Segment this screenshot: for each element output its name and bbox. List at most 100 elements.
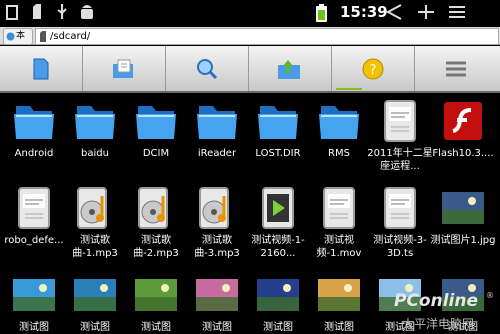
help-icon: ? xyxy=(362,58,384,79)
file-icon-wrap xyxy=(369,184,431,232)
file-name: 测试歌曲-2.mp3 xyxy=(133,235,179,259)
file-name: 测试视频-3-3D.ts xyxy=(373,235,427,259)
file-name: 测试图 xyxy=(141,322,171,333)
file-icon-wrap xyxy=(125,184,187,232)
document-icon xyxy=(323,187,355,229)
up-folder-button[interactable] xyxy=(249,46,332,91)
file-icon-wrap xyxy=(3,271,65,319)
new-file-button[interactable] xyxy=(0,46,83,91)
search-icon xyxy=(197,58,218,79)
folder-icon xyxy=(258,106,298,139)
file-name: LOST.DIR xyxy=(255,148,301,159)
sd-card-icon xyxy=(40,31,46,42)
file-name: Android xyxy=(14,148,54,159)
file-icon-wrap xyxy=(64,97,126,145)
file-name: iReader xyxy=(197,148,237,159)
file-name: 测试图 xyxy=(324,322,354,333)
flash-icon xyxy=(444,102,482,140)
image-thumbnail-icon xyxy=(74,279,116,311)
file-name: DCIM xyxy=(142,148,170,159)
file-icon-wrap xyxy=(432,184,494,232)
file-icon-wrap xyxy=(308,184,370,232)
path-bar: 本地 /sdcard/ xyxy=(0,27,500,56)
folder-icon xyxy=(319,106,359,139)
path-field[interactable]: /sdcard/ xyxy=(35,28,499,45)
file-name: robo_defe... xyxy=(4,235,64,246)
document-icon xyxy=(384,100,416,142)
watermark-brand: PConline xyxy=(394,291,479,311)
sd-card-icon xyxy=(33,4,41,19)
svg-text:?: ? xyxy=(370,63,377,78)
file-name: 测试图 xyxy=(19,322,49,333)
file-icon-wrap xyxy=(186,97,248,145)
battery-icon xyxy=(316,4,327,22)
video-file-icon xyxy=(262,187,294,229)
image-thumbnail-icon xyxy=(318,279,360,311)
document-icon xyxy=(33,58,49,79)
home-location-button[interactable]: 本地 xyxy=(3,28,33,56)
file-icon-wrap xyxy=(308,97,370,145)
copy-button[interactable] xyxy=(83,46,166,91)
folder-icon xyxy=(197,106,237,139)
status-time: 15:39 xyxy=(340,3,388,21)
location-icon xyxy=(6,32,15,41)
folder-icon xyxy=(75,106,115,139)
image-thumbnail-icon xyxy=(196,279,238,311)
file-name: 测试歌曲-1.mp3 xyxy=(72,235,118,259)
folder-copy-icon xyxy=(113,59,133,78)
audio-file-icon xyxy=(199,187,229,229)
file-name: RMS xyxy=(328,148,350,159)
image-thumbnail-icon xyxy=(135,279,177,311)
file-name: 测试图 xyxy=(202,322,232,333)
path-text: /sdcard/ xyxy=(50,31,91,42)
document-icon xyxy=(18,187,50,229)
more-button[interactable] xyxy=(415,46,497,91)
file-name: 2011年十二星座运程... xyxy=(367,148,433,172)
plus-icon[interactable] xyxy=(417,4,435,20)
back-arrow-icon[interactable] xyxy=(385,4,403,20)
file-name: 测试视频-1.mov xyxy=(316,235,362,259)
document-icon xyxy=(384,187,416,229)
menu-icon[interactable] xyxy=(448,4,466,20)
file-name: 测试图片1.jpg xyxy=(430,235,496,246)
folder-icon xyxy=(14,106,54,139)
file-icon-wrap xyxy=(3,184,65,232)
folder-icon xyxy=(136,106,176,139)
file-name: Flash10.3.... xyxy=(432,148,494,159)
image-thumbnail-icon xyxy=(13,279,55,311)
file-icon-wrap xyxy=(247,184,309,232)
home-icon xyxy=(6,5,18,20)
search-button[interactable] xyxy=(166,46,249,91)
file-name: baidu xyxy=(81,148,109,159)
usb-icon xyxy=(57,4,67,19)
help-button[interactable]: ? xyxy=(332,46,415,91)
file-icon-wrap xyxy=(186,184,248,232)
file-icon-wrap xyxy=(64,184,126,232)
toolbar-accent xyxy=(336,88,362,90)
menu-icon xyxy=(446,61,466,76)
file-icon-wrap xyxy=(64,271,126,319)
file-name: 测试视频-1-2160... xyxy=(251,235,305,259)
audio-file-icon xyxy=(138,187,168,229)
status-bar: 15:39 xyxy=(0,0,500,25)
watermark-cn: 太平洋电脑网 xyxy=(402,317,475,331)
file-icon-wrap xyxy=(247,97,309,145)
watermark-reg: ® xyxy=(486,291,494,300)
image-thumbnail-icon xyxy=(257,279,299,311)
toolbar: ? xyxy=(0,46,500,93)
file-icon-wrap xyxy=(369,97,431,145)
folder-up-icon xyxy=(278,59,300,79)
android-debug-icon xyxy=(81,5,93,19)
file-icon-wrap xyxy=(125,271,187,319)
file-icon-wrap xyxy=(125,97,187,145)
file-icon-wrap xyxy=(3,97,65,145)
audio-file-icon xyxy=(77,187,107,229)
watermark-logo: PConline ® 太平洋电脑网 xyxy=(392,287,500,333)
file-icon-wrap xyxy=(432,97,494,145)
image-thumbnail-icon xyxy=(442,192,484,224)
file-name: 测试图 xyxy=(263,322,293,333)
file-name: 测试图 xyxy=(80,322,110,333)
file-icon-wrap xyxy=(247,271,309,319)
file-icon-wrap xyxy=(308,271,370,319)
file-icon-wrap xyxy=(186,271,248,319)
